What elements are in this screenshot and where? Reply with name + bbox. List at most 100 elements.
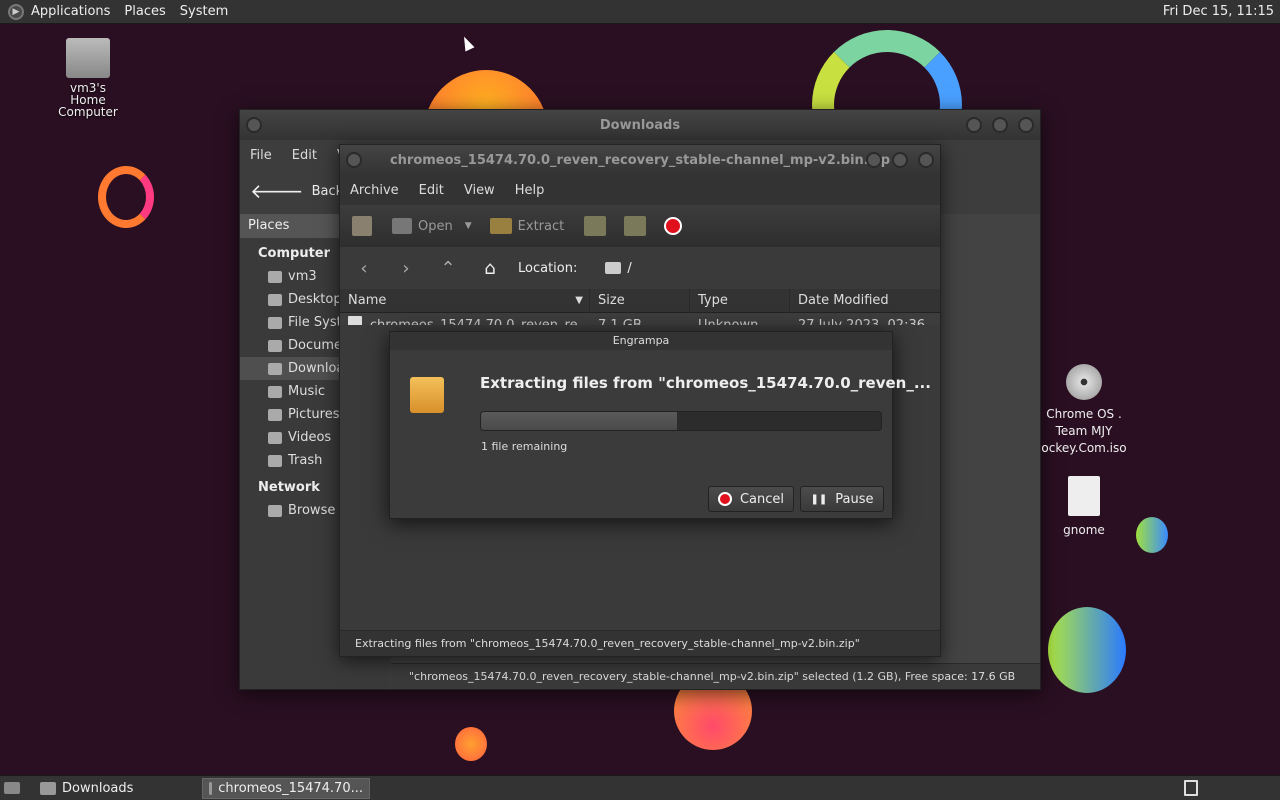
file-item-gnome[interactable]: gnome [1034, 476, 1134, 539]
decor-blob-blue-small [1136, 517, 1168, 553]
package-icon [410, 377, 444, 413]
folder-icon [40, 782, 56, 795]
extract-button[interactable]: Extract [518, 219, 565, 234]
trash-icon [268, 454, 282, 467]
archive-title: chromeos_15474.70.0_reven_recovery_stabl… [389, 152, 891, 168]
desktop-home-icon[interactable]: vm3's Home Computer [55, 38, 121, 118]
document-icon [1068, 476, 1100, 516]
add-files-icon[interactable] [584, 216, 607, 236]
file-name: ockey.Com.iso [1041, 441, 1127, 455]
desktop-home-label: vm3's Home [70, 81, 106, 107]
taskbar-item-archive[interactable]: chromeos_15474.70... [202, 778, 370, 799]
file-name: Team MJY [1055, 424, 1113, 438]
sidebar-item-label: Trash [288, 453, 323, 468]
file-manager-titlebar[interactable]: Downloads [240, 110, 1040, 140]
menu-system[interactable]: System [173, 0, 235, 24]
back-icon[interactable]: ‹ [350, 258, 378, 279]
minimize-button[interactable] [966, 117, 982, 133]
up-icon[interactable]: ⌃ [434, 258, 462, 279]
back-arrow-icon[interactable]: 🡐 [250, 179, 304, 203]
progress-bar [480, 411, 882, 431]
decor-ring-orange [98, 166, 154, 228]
fm-menu-edit[interactable]: Edit [282, 148, 327, 163]
menu-archive[interactable]: Archive [340, 183, 409, 198]
file-manager-title: Downloads [599, 117, 681, 133]
cancel-label: Cancel [739, 491, 785, 507]
progress-dialog: Engrampa Extracting files from "chromeos… [389, 331, 931, 519]
maximize-button[interactable] [892, 152, 908, 168]
decor-blob-blue-large [1048, 607, 1126, 693]
file-item-iso[interactable]: Chrome OS . Team MJY ockey.Com.iso [1034, 364, 1134, 457]
maximize-button[interactable] [992, 117, 1008, 133]
dialog-title[interactable]: Engrampa [390, 332, 892, 350]
taskbar-label: chromeos_15474.70... [218, 781, 363, 796]
folder-icon [268, 431, 282, 444]
extract-icon[interactable] [489, 218, 512, 234]
menu-view[interactable]: View [454, 183, 505, 198]
sort-down-icon: ▼ [575, 294, 583, 306]
folder-icon [268, 362, 282, 375]
desktop-icon [268, 293, 282, 306]
open-dropdown-icon[interactable]: ▼ [465, 221, 472, 231]
sidebar-item-label: vm3 [288, 269, 317, 284]
location-value[interactable]: / [627, 261, 631, 276]
sidebar-item-label: Music [288, 384, 325, 399]
add-folder-icon[interactable] [624, 216, 647, 236]
open-button[interactable]: Open [418, 219, 453, 234]
sidebar-item-label: Videos [288, 430, 332, 445]
column-date[interactable]: Date Modified [790, 289, 940, 313]
taskbar-item-downloads[interactable]: Downloads [34, 778, 198, 799]
menu-help[interactable]: Help [505, 183, 555, 198]
top-panel: ▶ Applications Places System Fri Dec 15,… [0, 0, 1280, 24]
pause-button[interactable]: ❚❚ Pause [800, 486, 884, 512]
new-archive-icon[interactable] [352, 216, 372, 236]
bottom-panel: Downloads chromeos_15474.70... [0, 775, 1280, 800]
folder-icon [268, 408, 282, 421]
stop-icon[interactable] [664, 217, 683, 235]
menu-edit[interactable]: Edit [409, 183, 454, 198]
applications-icon[interactable]: ▶ [8, 3, 24, 20]
mouse-cursor [459, 34, 475, 52]
file-manager-status: "chromeos_15474.70.0_reven_recovery_stab… [391, 663, 1040, 689]
home-icon [268, 270, 282, 283]
menu-applications[interactable]: Applications [24, 0, 117, 24]
fm-menu-file[interactable]: File [240, 148, 282, 163]
file-name: Chrome OS . [1046, 407, 1122, 421]
menu-places[interactable]: Places [117, 0, 172, 24]
folder-icon [605, 262, 622, 274]
pause-icon: ❚❚ [810, 493, 828, 505]
sidebar-item-label: Pictures [288, 407, 340, 422]
drive-icon [268, 316, 282, 329]
file-name: gnome [1063, 523, 1105, 537]
window-menu-button[interactable] [246, 117, 262, 133]
location-label: Location: [518, 260, 578, 276]
column-size[interactable]: Size [590, 288, 690, 313]
archive-status: Extracting files from "chromeos_15474.70… [340, 630, 940, 656]
stop-icon [717, 492, 732, 506]
desktop-computer-label: Computer [58, 105, 118, 119]
archive-titlebar[interactable]: chromeos_15474.70.0_reven_recovery_stabl… [340, 145, 940, 175]
home-icon[interactable]: ⌂ [476, 258, 504, 279]
minimize-button[interactable] [866, 152, 882, 168]
close-button[interactable] [1018, 117, 1034, 133]
column-name[interactable]: Name ▼ [340, 288, 590, 313]
open-icon[interactable] [392, 218, 412, 234]
network-icon [268, 504, 282, 517]
forward-icon[interactable]: › [392, 258, 420, 279]
folder-icon [268, 385, 282, 398]
column-type[interactable]: Type [690, 288, 790, 313]
decor-blob-orange-small [455, 727, 487, 761]
workspace-switcher-icon[interactable] [1184, 780, 1198, 796]
pause-label: Pause [835, 491, 874, 507]
show-desktop-icon[interactable] [4, 782, 20, 794]
close-button[interactable] [918, 152, 934, 168]
cancel-button[interactable]: Cancel [708, 486, 794, 512]
folder-icon [268, 339, 282, 352]
dialog-heading: Extracting files from "chromeos_15474.70… [480, 374, 931, 392]
column-label: Name [348, 292, 387, 308]
home-folder-icon [66, 38, 110, 78]
clock[interactable]: Fri Dec 15, 11:15 [1163, 0, 1274, 24]
window-menu-button[interactable] [346, 152, 362, 168]
files-remaining: 1 file remaining [481, 440, 568, 453]
disc-icon [1066, 364, 1102, 400]
